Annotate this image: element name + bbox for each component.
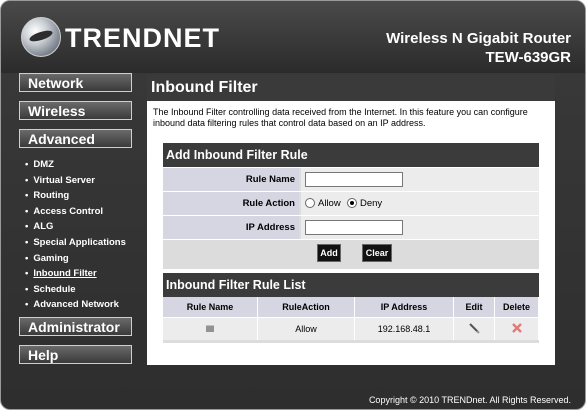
- nav-wireless[interactable]: Wireless: [19, 101, 132, 120]
- rule-name-cell: llll: [163, 317, 258, 340]
- advanced-submenu: DMZ Virtual Server Routing Access Contro…: [25, 157, 126, 313]
- nav-help[interactable]: Help: [19, 345, 132, 364]
- allow-radio[interactable]: [305, 198, 315, 208]
- ip-address-field-cell: [301, 216, 539, 239]
- copyright-footer: Copyright © 2010 TRENDnet. All Rights Re…: [368, 395, 571, 405]
- nav-administrator[interactable]: Administrator: [19, 317, 132, 336]
- rule-action-row: Rule Action Allow Deny: [163, 191, 539, 215]
- submenu-item-special-applications[interactable]: Special Applications: [25, 235, 126, 251]
- edit-cell: [453, 317, 495, 340]
- nav-advanced[interactable]: Advanced: [19, 129, 132, 148]
- ip-address-row: IP Address: [163, 215, 539, 239]
- model-number: TEW-639GR: [485, 49, 571, 66]
- rule-list-panel: Inbound Filter Rule List Rule Name RuleA…: [163, 273, 539, 343]
- submenu-item-advanced-network[interactable]: Advanced Network: [25, 297, 126, 313]
- allow-label: Allow: [318, 198, 341, 209]
- column-header: RuleAction: [257, 297, 355, 318]
- clear-button[interactable]: Clear: [362, 244, 392, 262]
- header-bar: TRENDNET Wireless N Gigabit Router TEW-6…: [1, 1, 585, 73]
- logo-text: TRENDNET: [65, 23, 220, 53]
- ip-address-cell: 192.168.48.1: [354, 317, 454, 340]
- submenu-item-inbound-filter[interactable]: Inbound Filter: [25, 266, 126, 282]
- rule-list-table: Rule Name RuleAction IP Address Edit Del…: [163, 297, 539, 340]
- rule-action-label: Rule Action: [163, 192, 299, 215]
- table-header-row: Rule Name RuleAction IP Address Edit Del…: [163, 297, 539, 318]
- column-header: Rule Name: [163, 297, 258, 318]
- submenu-item-access-control[interactable]: Access Control: [25, 204, 126, 220]
- submenu-item-gaming[interactable]: Gaming: [25, 251, 126, 267]
- nav-network[interactable]: Network: [19, 73, 132, 92]
- product-name: Wireless N Gigabit Router: [386, 30, 571, 47]
- column-header: Delete: [494, 297, 539, 318]
- delete-x-icon[interactable]: [511, 323, 522, 333]
- add-button[interactable]: Add: [317, 244, 341, 262]
- column-header: IP Address: [354, 297, 454, 318]
- ip-address-label: IP Address: [163, 216, 299, 239]
- deny-radio[interactable]: [347, 198, 357, 208]
- rule-name-label: Rule Name: [163, 168, 299, 191]
- main-content: Inbound Filter The Inbound Filter contro…: [147, 75, 555, 365]
- add-rule-panel: Add Inbound Filter Rule Rule Name Rule A…: [163, 143, 539, 269]
- page-title: Inbound Filter: [147, 75, 555, 101]
- submenu-item-routing[interactable]: Routing: [25, 188, 126, 204]
- delete-cell: [494, 317, 539, 340]
- trendnet-logo-icon: [21, 17, 61, 57]
- ip-address-input[interactable]: [305, 220, 403, 235]
- add-rule-panel-title: Add Inbound Filter Rule: [163, 143, 539, 167]
- product-info: Wireless N Gigabit Router TEW-639GR: [386, 29, 571, 67]
- rule-name-input[interactable]: [305, 172, 403, 187]
- deny-label: Deny: [360, 198, 383, 209]
- submenu-item-schedule[interactable]: Schedule: [25, 282, 126, 298]
- button-row: Add Clear: [163, 239, 539, 263]
- submenu-item-virtual-server[interactable]: Virtual Server: [25, 173, 126, 189]
- rule-action-field-cell: Allow Deny: [301, 192, 539, 215]
- column-header: Edit: [453, 297, 495, 318]
- rule-name-field-cell: [301, 168, 539, 191]
- table-row: llll Allow 192.168.48.1: [163, 317, 539, 340]
- rule-name-row: Rule Name: [163, 167, 539, 191]
- page-description: The Inbound Filter controlling data rece…: [153, 107, 528, 128]
- rule-action-cell: Allow: [257, 317, 355, 340]
- edit-pencil-icon[interactable]: [468, 322, 480, 334]
- submenu-item-alg[interactable]: ALG: [25, 219, 126, 235]
- rule-list-panel-title: Inbound Filter Rule List: [163, 273, 539, 297]
- submenu-item-dmz[interactable]: DMZ: [25, 157, 126, 173]
- router-frame: TRENDNET Wireless N Gigabit Router TEW-6…: [0, 0, 586, 410]
